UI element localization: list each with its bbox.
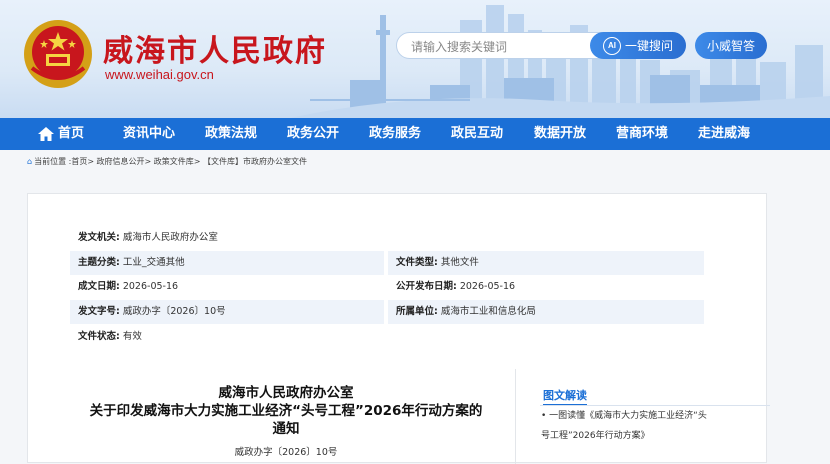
nav-item-policy[interactable]: 政策法规: [205, 118, 257, 150]
document-title-line2: 关于印发威海市大力实施工业经济“头号工程”2026年行动方案的: [89, 403, 483, 419]
meta-row-docnum: 发文字号: 威政办字〔2026〕10号: [70, 300, 384, 324]
topic-value: 工业_交通其他: [122, 257, 185, 268]
issuer-label: 发文机关:: [78, 232, 120, 243]
home-icon: [38, 126, 54, 141]
search-button[interactable]: AI 一键搜问: [590, 32, 686, 59]
main-nav: 首页 资讯中心 政策法规 政务公开 政务服务 政民互动 数据开放 营商环境 走进…: [0, 118, 830, 150]
meta-row-written: 成文日期: 2026-05-16: [70, 275, 384, 299]
published-value: 2026-05-16: [459, 281, 516, 292]
assistant-button[interactable]: 小威智答: [695, 32, 767, 59]
site-url[interactable]: www.weihai.gov.cn: [105, 67, 214, 82]
nav-item-disclosure[interactable]: 政务公开: [287, 118, 339, 150]
breadcrumb-text[interactable]: 当前位置 :首页> 政府信息公开> 政策文件库> 【文件库】市政府办公室文件: [34, 157, 307, 166]
document-title: 威海市人民政府办公室 关于印发威海市大力实施工业经济“头号工程”2026年行动方…: [66, 384, 506, 438]
docnum-label: 发文字号:: [78, 306, 120, 317]
meta-row-unit: 所属单位: 威海市工业和信息化局: [388, 300, 704, 324]
doctype-label: 文件类型:: [396, 257, 438, 268]
document-title-line3: 通知: [272, 421, 300, 437]
national-emblem-icon: [24, 20, 92, 88]
meta-row-published: 公开发布日期: 2026-05-16: [388, 275, 704, 299]
nav-item-services[interactable]: 政务服务: [369, 118, 421, 150]
meta-row-issuer: 发文机关: 威海市人民政府办公室: [70, 226, 730, 250]
nav-item-news[interactable]: 资讯中心: [123, 118, 175, 150]
written-label: 成文日期:: [78, 281, 120, 292]
site-header: 威海市人民政府 www.weihai.gov.cn AI 一键搜问 小威智答: [0, 0, 830, 118]
search-button-label: 一键搜问: [624, 39, 673, 53]
nav-item-home[interactable]: 首页: [38, 118, 84, 150]
written-value: 2026-05-16: [122, 281, 179, 292]
published-label: 公开发布日期:: [396, 281, 457, 292]
site-title[interactable]: 威海市人民政府: [103, 26, 327, 70]
meta-row-doctype: 文件类型: 其他文件: [388, 251, 704, 275]
nav-item-business[interactable]: 营商环境: [616, 118, 668, 150]
doctype-value: 其他文件: [440, 257, 479, 268]
status-label: 文件状态:: [78, 331, 120, 342]
meta-row-status: 文件状态: 有效: [70, 325, 384, 349]
location-icon: ⌂: [27, 157, 33, 166]
unit-label: 所属单位:: [396, 306, 438, 317]
document-number: 威政办字〔2026〕10号: [234, 447, 338, 458]
nav-item-interaction[interactable]: 政民互动: [451, 118, 503, 150]
sidebar-link-line1: • 一图读懂《威海市大力实施工业经济“头: [541, 411, 707, 421]
sidebar-link[interactable]: • 一图读懂《威海市大力实施工业经济“头 号工程”2026年行动方案》: [541, 406, 741, 446]
meta-row-topic: 主题分类: 工业_交通其他: [70, 251, 384, 275]
document-title-line1: 威海市人民政府办公室: [218, 385, 354, 401]
city-skyline-illustration: [290, 5, 830, 118]
nav-item-about[interactable]: 走进威海: [698, 118, 750, 150]
unit-value: 威海市工业和信息化局: [440, 306, 536, 317]
search-input[interactable]: [409, 37, 593, 57]
document-panel: 发文机关: 威海市人民政府办公室 主题分类: 工业_交通其他 文件类型: 其他文…: [27, 193, 770, 464]
column-divider: [515, 369, 516, 464]
sidebar-heading: 图文解读: [543, 387, 587, 406]
topic-label: 主题分类:: [78, 257, 120, 268]
docnum-value: 威政办字〔2026〕10号: [122, 306, 226, 317]
nav-item-open-data[interactable]: 数据开放: [534, 118, 586, 150]
status-value: 有效: [122, 331, 142, 342]
sidebar-link-line2: 号工程”2026年行动方案》: [541, 431, 650, 441]
issuer-value: 威海市人民政府办公室: [122, 232, 218, 243]
nav-label: 首页: [58, 126, 85, 141]
breadcrumb: ⌂ 当前位置 :首页> 政府信息公开> 政策文件库> 【文件库】市政府办公室文件: [27, 156, 307, 167]
ai-icon: AI: [602, 36, 621, 55]
